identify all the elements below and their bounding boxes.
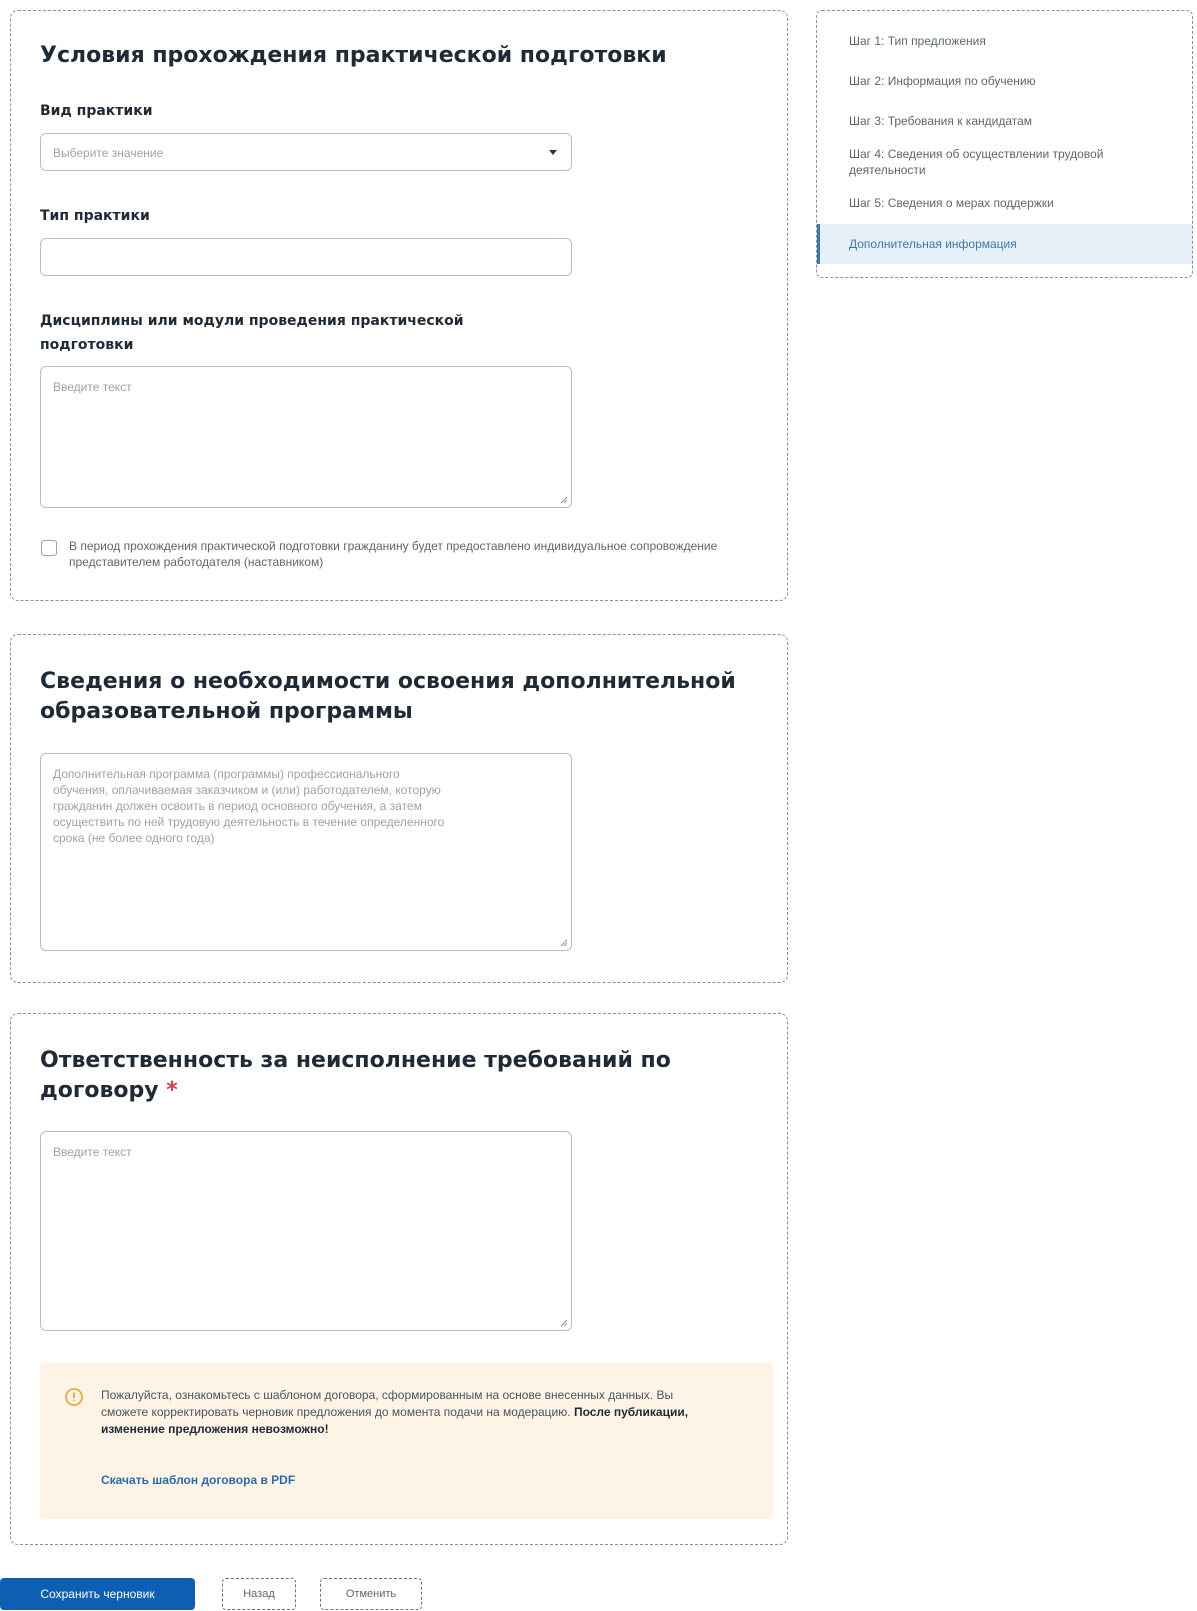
practice-conditions-card: Условия прохождения практической подгото… <box>10 10 788 601</box>
nav-step-4[interactable]: Шаг 4: Сведения об осуществлении трудово… <box>817 146 1192 178</box>
contract-notice: Пожалуйста, ознакомьтесь с шаблоном дого… <box>40 1363 773 1519</box>
nav-step-1[interactable]: Шаг 1: Тип предложения <box>817 33 1192 49</box>
download-template-link[interactable]: Скачать шаблон договора в PDF <box>101 1473 295 1487</box>
notice-text: Пожалуйста, ознакомьтесь с шаблоном дого… <box>101 1387 701 1438</box>
nav-additional-info[interactable]: Дополнительная информация <box>817 224 1192 264</box>
nav-step-3[interactable]: Шаг 3: Требования к кандидатам <box>817 113 1192 129</box>
resize-handle-icon[interactable] <box>560 939 568 947</box>
liability-title: Ответственность за неисполнение требован… <box>40 1046 680 1106</box>
resize-handle-icon[interactable] <box>560 1319 568 1327</box>
liability-card: Ответственность за неисполнение требован… <box>10 1013 788 1545</box>
required-mark: * <box>166 1078 178 1103</box>
cancel-button[interactable]: Отменить <box>320 1578 422 1610</box>
mentor-checkbox-label: В период прохождения практической подгот… <box>69 539 718 569</box>
practice-kind-select[interactable]: Выберите значение <box>40 133 572 171</box>
practice-type-label: Тип практики <box>40 208 150 224</box>
back-button[interactable]: Назад <box>222 1578 296 1610</box>
additional-program-textarea[interactable]: Дополнительная программа (программы) про… <box>40 753 572 951</box>
practice-type-input[interactable] <box>40 238 572 276</box>
resize-handle-icon[interactable] <box>560 496 568 504</box>
liability-placeholder: Введите текст <box>53 1145 132 1159</box>
additional-program-card: Сведения о необходимости освоения дополн… <box>10 634 788 983</box>
practice-conditions-title: Условия прохождения практической подгото… <box>40 43 667 68</box>
disciplines-placeholder: Введите текст <box>53 380 132 394</box>
additional-program-title: Сведения о необходимости освоения дополн… <box>40 669 736 724</box>
liability-title-text: Ответственность за неисполнение требован… <box>40 1048 671 1103</box>
info-circle-icon <box>65 1388 83 1406</box>
disciplines-textarea[interactable]: Введите текст <box>40 366 572 508</box>
save-draft-button[interactable]: Сохранить черновик <box>0 1578 195 1610</box>
nav-step-2[interactable]: Шаг 2: Информация по обучению <box>817 73 1192 89</box>
additional-program-placeholder: Дополнительная программа (программы) про… <box>53 767 445 845</box>
mentor-checkbox[interactable] <box>41 540 57 556</box>
steps-nav: Шаг 1: Тип предложения Шаг 2: Информация… <box>816 10 1193 278</box>
liability-textarea[interactable]: Введите текст <box>40 1131 572 1331</box>
practice-kind-placeholder: Выберите значение <box>53 146 164 160</box>
practice-kind-label: Вид практики <box>40 103 153 119</box>
disciplines-label: Дисциплины или модули проведения практич… <box>40 313 464 353</box>
chevron-down-icon <box>549 150 557 155</box>
nav-step-5[interactable]: Шаг 5: Сведения о мерах поддержки <box>817 195 1192 211</box>
